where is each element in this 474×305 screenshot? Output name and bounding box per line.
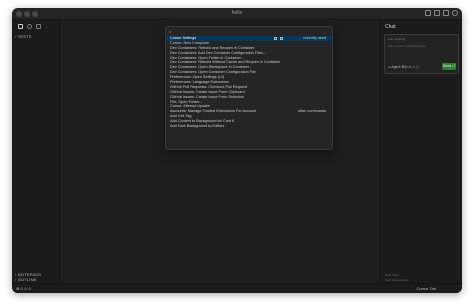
tests-label: TESTS [17,34,32,39]
chat-title: Chat [385,24,396,30]
toggle-panel-icon[interactable] [434,10,440,16]
source-control-icon[interactable] [36,24,41,29]
chat-hint: Ask anything [388,37,406,41]
toggle-chat-icon[interactable] [443,10,449,16]
command-item-label: Add Context to Background for Cmd K [170,119,235,124]
command-item-label: Cursor: New Composer [170,40,210,45]
command-item-label: Dev Containers: Open Container Configura… [170,70,256,75]
toggle-sidebar-icon[interactable] [425,10,431,16]
command-item-label: Dev Containers: Open Workspace in Contai… [170,65,253,70]
settings-gear-icon[interactable] [452,10,458,16]
command-item-label: Dev Containers: Add Dev Container Config… [170,50,267,55]
layout-controls [425,10,458,16]
sidebar-tabs: ⌄ [18,24,50,29]
keybinding-icon[interactable] [280,37,283,40]
title-bar: hello [12,8,462,20]
command-item-label: File: Open Folder... [170,99,203,104]
sidebar: ⌄ › TESTS › NOTEPADS › OUTLINE › TIMELIN… [12,20,60,287]
command-item-label: Add Dark Background to Editors [170,124,225,129]
command-palette-input[interactable]: > [169,29,331,35]
command-list: Cursor Settings recently used Cursor: New … [166,36,332,129]
agent-mode-button[interactable]: ∞ Agent ⌘I [388,65,406,69]
command-item-label: GitHub Issues: Create Issue From Selecti… [170,94,245,99]
command-item-label: Dev Containers: Rebuild Without Cache an… [170,60,281,65]
window-title: hello [231,10,243,16]
command-item-label: Cursor: Attempt Update [170,104,210,109]
app-window: hello ⌄ › TESTS › NOTEPADS › OUTLINE › T… [12,8,462,293]
chat-composer[interactable]: Ask anything Plan, search, build anythin… [384,34,459,74]
new-conversation-link[interactable]: New conversation [385,278,409,282]
command-item-label: Preferences: Language Extensions [170,80,230,85]
command-item-label: Add Cell Tag [170,114,192,119]
explorer-icon[interactable] [18,24,23,29]
status-bar: ⊗ 0 ⚠ 0 Cursor Tab [12,283,462,293]
past-chats-link[interactable]: Past chats [385,273,399,277]
gear-icon[interactable] [274,37,277,40]
command-item-label: Cursor Settings [170,36,197,40]
tests-section-header[interactable]: › TESTS [15,34,32,39]
command-item-label: GitHub Pull Requests: Checkout Pull Requ… [170,84,248,89]
send-button[interactable]: Send ⏎ [442,63,456,70]
command-item[interactable]: Add Dark Background to Editors [166,124,332,129]
model-selector[interactable]: Auto ▾ ◎ [405,65,419,69]
search-icon[interactable] [27,24,32,29]
command-item-label: Preferences: Open Settings (UI) [170,75,225,80]
chevron-down-icon[interactable]: ⌄ [45,24,50,29]
command-item-label: Accounts: Manage Trusted Extensions For … [170,109,257,114]
command-palette: > Cursor Settings recently used Cursor: Ne… [165,26,333,150]
command-item-label: GitHub Issues: Create Issue From Clipboa… [170,89,245,94]
chat-panel: Chat Ask anything Plan, search, build an… [379,20,462,283]
chat-input[interactable]: Plan, search, build anything [388,44,425,48]
command-item-label: Dev Containers: Rebuild and Reopen in Co… [170,45,255,50]
command-item-label: Dev Containers: Open Folder in Container… [170,55,244,60]
problems-indicator[interactable]: ⊗ 0 ⚠ 0 [16,286,31,291]
cursor-tab-indicator[interactable]: Cursor Tab [417,286,437,291]
